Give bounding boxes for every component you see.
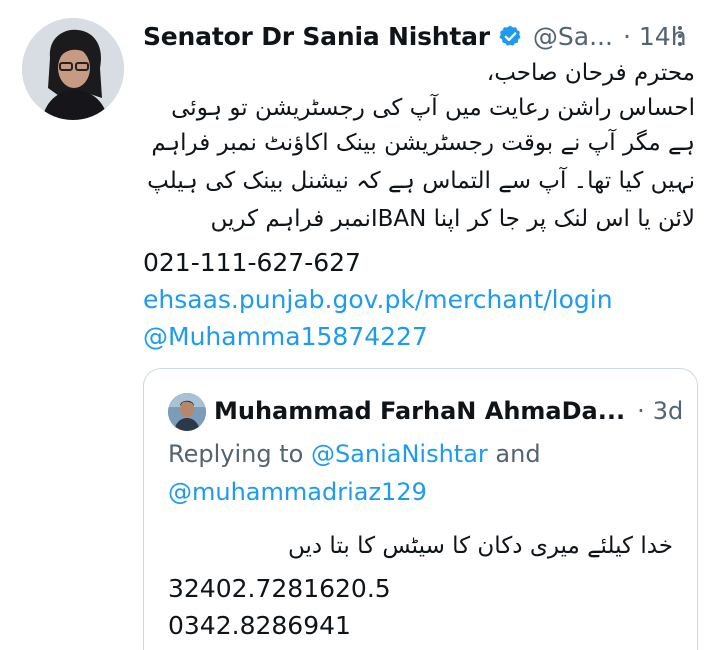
quoted-tweet-number: 0342.8286941 [168,611,351,640]
tweet-phone-number: 021-111-627-627 [143,248,361,277]
more-options-icon[interactable] [665,21,695,51]
tweet-header: Senator Dr Sania Nishtar @Sa... · 14h [143,16,695,56]
author-avatar[interactable] [22,18,124,120]
replying-to-label: Replying to [168,440,311,468]
replying-to-and: and [487,440,541,468]
tweet-link[interactable]: ehsaas.punjab.gov.pk/merchant/login [143,285,613,314]
quoted-tweet-header: Muhammad FarhaN AhmaDa... · 3d [214,391,684,431]
quoted-tweet-text: خدا کیلئے میری دکان کا سیٹس کا بتا دیں [287,533,673,559]
tweet-text-line: محترم فرحان صاحب، [486,60,695,86]
quoted-tweet-number: 32402.7281620.5 [168,574,391,603]
tweet-text-line: لائن یا اس لنک پر جا کر اپنا IBANنمبر فر… [210,206,695,232]
replying-to-text: Replying to @SaniaNishtar and @muhammadr… [168,435,588,511]
author-name[interactable]: Senator Dr Sania Nishtar [143,22,490,51]
verified-badge-icon [499,25,521,46]
tweet-mention[interactable]: @Muhamma15874227 [143,322,428,351]
tweet-text-line: ہے مگر آپ نے بوقت رجسٹریشن بینک اکاؤنٹ ن… [151,130,695,156]
quoted-tweet-card[interactable]: Muhammad FarhaN AhmaDa... · 3d Replying … [143,368,698,650]
tweet-text-line: نہیں کیا تھا۔ آپ سے التماس ہے کہ نیشنل ب… [147,168,695,194]
author-avatar-image [22,18,124,120]
quoted-timestamp[interactable]: 3d [653,397,684,425]
quoted-avatar-image [168,393,206,431]
separator-dot: · [622,21,631,51]
separator-dot: · [637,397,645,425]
tweet-text-line: احساس راشن رعایت میں آپ کی رجسٹریشن تو ہ… [171,95,695,121]
author-handle[interactable]: @Sa... [533,22,613,51]
quoted-author-avatar[interactable] [168,393,206,431]
reply-handle-link[interactable]: @muhammadriaz129 [168,478,427,506]
reply-handle-link[interactable]: @SaniaNishtar [311,440,488,468]
quoted-author-name[interactable]: Muhammad FarhaN AhmaDa... [214,397,625,425]
